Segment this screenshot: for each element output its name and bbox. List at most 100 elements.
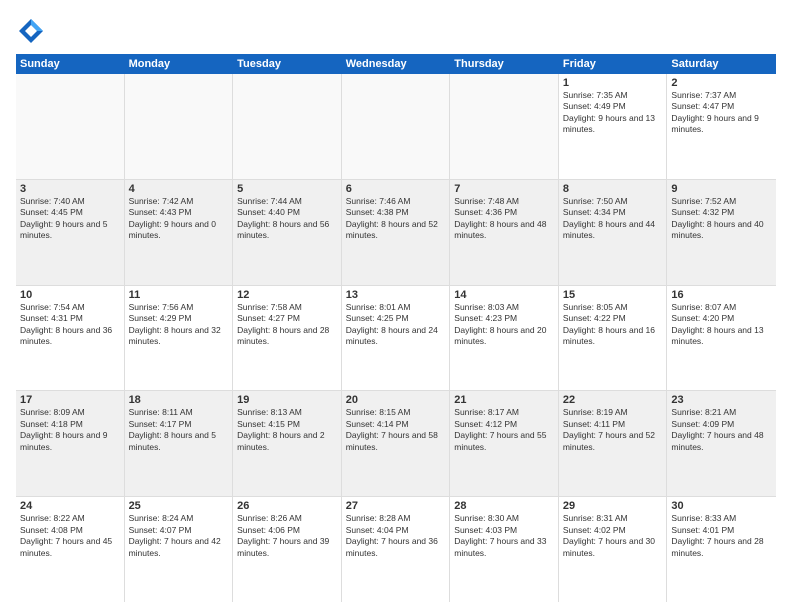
day-header-sunday: Sunday <box>16 54 125 74</box>
day-number: 13 <box>346 289 446 301</box>
day-cell-16: 16Sunrise: 8:07 AMSunset: 4:20 PMDayligh… <box>667 286 776 391</box>
day-info: Sunrise: 7:42 AMSunset: 4:43 PMDaylight:… <box>129 196 229 242</box>
empty-cell <box>233 74 342 179</box>
day-header-tuesday: Tuesday <box>233 54 342 74</box>
calendar-week-5: 24Sunrise: 8:22 AMSunset: 4:08 PMDayligh… <box>16 497 776 602</box>
day-number: 27 <box>346 500 446 512</box>
calendar-header-row: SundayMondayTuesdayWednesdayThursdayFrid… <box>16 54 776 74</box>
day-info: Sunrise: 8:17 AMSunset: 4:12 PMDaylight:… <box>454 407 554 453</box>
day-cell-28: 28Sunrise: 8:30 AMSunset: 4:03 PMDayligh… <box>450 497 559 602</box>
day-number: 10 <box>20 289 120 301</box>
day-cell-23: 23Sunrise: 8:21 AMSunset: 4:09 PMDayligh… <box>667 391 776 496</box>
day-number: 5 <box>237 183 337 195</box>
day-number: 18 <box>129 394 229 406</box>
day-info: Sunrise: 8:31 AMSunset: 4:02 PMDaylight:… <box>563 513 663 559</box>
day-info: Sunrise: 8:13 AMSunset: 4:15 PMDaylight:… <box>237 407 337 453</box>
day-cell-27: 27Sunrise: 8:28 AMSunset: 4:04 PMDayligh… <box>342 497 451 602</box>
day-cell-2: 2Sunrise: 7:37 AMSunset: 4:47 PMDaylight… <box>667 74 776 179</box>
day-info: Sunrise: 7:56 AMSunset: 4:29 PMDaylight:… <box>129 302 229 348</box>
day-cell-26: 26Sunrise: 8:26 AMSunset: 4:06 PMDayligh… <box>233 497 342 602</box>
calendar-body: 1Sunrise: 7:35 AMSunset: 4:49 PMDaylight… <box>16 74 776 602</box>
day-number: 4 <box>129 183 229 195</box>
day-info: Sunrise: 8:30 AMSunset: 4:03 PMDaylight:… <box>454 513 554 559</box>
day-info: Sunrise: 8:22 AMSunset: 4:08 PMDaylight:… <box>20 513 120 559</box>
day-cell-7: 7Sunrise: 7:48 AMSunset: 4:36 PMDaylight… <box>450 180 559 285</box>
logo <box>16 16 50 46</box>
day-number: 29 <box>563 500 663 512</box>
day-cell-11: 11Sunrise: 7:56 AMSunset: 4:29 PMDayligh… <box>125 286 234 391</box>
day-number: 17 <box>20 394 120 406</box>
day-number: 6 <box>346 183 446 195</box>
calendar-week-1: 1Sunrise: 7:35 AMSunset: 4:49 PMDaylight… <box>16 74 776 180</box>
day-cell-3: 3Sunrise: 7:40 AMSunset: 4:45 PMDaylight… <box>16 180 125 285</box>
day-cell-12: 12Sunrise: 7:58 AMSunset: 4:27 PMDayligh… <box>233 286 342 391</box>
day-number: 20 <box>346 394 446 406</box>
calendar: SundayMondayTuesdayWednesdayThursdayFrid… <box>16 54 776 602</box>
day-info: Sunrise: 8:07 AMSunset: 4:20 PMDaylight:… <box>671 302 772 348</box>
day-info: Sunrise: 7:46 AMSunset: 4:38 PMDaylight:… <box>346 196 446 242</box>
day-header-saturday: Saturday <box>667 54 776 74</box>
day-header-wednesday: Wednesday <box>342 54 451 74</box>
day-cell-24: 24Sunrise: 8:22 AMSunset: 4:08 PMDayligh… <box>16 497 125 602</box>
day-cell-1: 1Sunrise: 7:35 AMSunset: 4:49 PMDaylight… <box>559 74 668 179</box>
empty-cell <box>16 74 125 179</box>
day-header-friday: Friday <box>559 54 668 74</box>
day-info: Sunrise: 8:28 AMSunset: 4:04 PMDaylight:… <box>346 513 446 559</box>
day-number: 26 <box>237 500 337 512</box>
calendar-week-4: 17Sunrise: 8:09 AMSunset: 4:18 PMDayligh… <box>16 391 776 497</box>
empty-cell <box>125 74 234 179</box>
day-info: Sunrise: 7:35 AMSunset: 4:49 PMDaylight:… <box>563 90 663 136</box>
day-info: Sunrise: 8:01 AMSunset: 4:25 PMDaylight:… <box>346 302 446 348</box>
day-info: Sunrise: 8:05 AMSunset: 4:22 PMDaylight:… <box>563 302 663 348</box>
day-info: Sunrise: 8:03 AMSunset: 4:23 PMDaylight:… <box>454 302 554 348</box>
day-number: 3 <box>20 183 120 195</box>
day-cell-25: 25Sunrise: 8:24 AMSunset: 4:07 PMDayligh… <box>125 497 234 602</box>
calendar-week-3: 10Sunrise: 7:54 AMSunset: 4:31 PMDayligh… <box>16 286 776 392</box>
day-number: 8 <box>563 183 663 195</box>
day-number: 1 <box>563 77 663 89</box>
day-cell-10: 10Sunrise: 7:54 AMSunset: 4:31 PMDayligh… <box>16 286 125 391</box>
day-cell-22: 22Sunrise: 8:19 AMSunset: 4:11 PMDayligh… <box>559 391 668 496</box>
day-number: 11 <box>129 289 229 301</box>
day-info: Sunrise: 8:15 AMSunset: 4:14 PMDaylight:… <box>346 407 446 453</box>
day-info: Sunrise: 8:33 AMSunset: 4:01 PMDaylight:… <box>671 513 772 559</box>
day-cell-21: 21Sunrise: 8:17 AMSunset: 4:12 PMDayligh… <box>450 391 559 496</box>
day-cell-9: 9Sunrise: 7:52 AMSunset: 4:32 PMDaylight… <box>667 180 776 285</box>
day-info: Sunrise: 8:11 AMSunset: 4:17 PMDaylight:… <box>129 407 229 453</box>
day-cell-29: 29Sunrise: 8:31 AMSunset: 4:02 PMDayligh… <box>559 497 668 602</box>
day-number: 16 <box>671 289 772 301</box>
day-number: 22 <box>563 394 663 406</box>
day-number: 12 <box>237 289 337 301</box>
day-cell-4: 4Sunrise: 7:42 AMSunset: 4:43 PMDaylight… <box>125 180 234 285</box>
day-info: Sunrise: 8:19 AMSunset: 4:11 PMDaylight:… <box>563 407 663 453</box>
day-info: Sunrise: 8:09 AMSunset: 4:18 PMDaylight:… <box>20 407 120 453</box>
day-number: 15 <box>563 289 663 301</box>
logo-icon <box>16 16 46 46</box>
day-cell-13: 13Sunrise: 8:01 AMSunset: 4:25 PMDayligh… <box>342 286 451 391</box>
day-number: 2 <box>671 77 772 89</box>
day-info: Sunrise: 8:21 AMSunset: 4:09 PMDaylight:… <box>671 407 772 453</box>
day-info: Sunrise: 7:50 AMSunset: 4:34 PMDaylight:… <box>563 196 663 242</box>
day-info: Sunrise: 7:37 AMSunset: 4:47 PMDaylight:… <box>671 90 772 136</box>
day-cell-18: 18Sunrise: 8:11 AMSunset: 4:17 PMDayligh… <box>125 391 234 496</box>
day-info: Sunrise: 7:40 AMSunset: 4:45 PMDaylight:… <box>20 196 120 242</box>
day-cell-6: 6Sunrise: 7:46 AMSunset: 4:38 PMDaylight… <box>342 180 451 285</box>
page: SundayMondayTuesdayWednesdayThursdayFrid… <box>0 0 792 612</box>
day-cell-15: 15Sunrise: 8:05 AMSunset: 4:22 PMDayligh… <box>559 286 668 391</box>
day-cell-30: 30Sunrise: 8:33 AMSunset: 4:01 PMDayligh… <box>667 497 776 602</box>
day-number: 24 <box>20 500 120 512</box>
day-info: Sunrise: 7:54 AMSunset: 4:31 PMDaylight:… <box>20 302 120 348</box>
day-header-thursday: Thursday <box>450 54 559 74</box>
day-number: 30 <box>671 500 772 512</box>
day-number: 9 <box>671 183 772 195</box>
day-info: Sunrise: 7:48 AMSunset: 4:36 PMDaylight:… <box>454 196 554 242</box>
day-header-monday: Monday <box>125 54 234 74</box>
day-cell-8: 8Sunrise: 7:50 AMSunset: 4:34 PMDaylight… <box>559 180 668 285</box>
day-cell-20: 20Sunrise: 8:15 AMSunset: 4:14 PMDayligh… <box>342 391 451 496</box>
day-cell-14: 14Sunrise: 8:03 AMSunset: 4:23 PMDayligh… <box>450 286 559 391</box>
day-info: Sunrise: 8:24 AMSunset: 4:07 PMDaylight:… <box>129 513 229 559</box>
day-cell-5: 5Sunrise: 7:44 AMSunset: 4:40 PMDaylight… <box>233 180 342 285</box>
empty-cell <box>450 74 559 179</box>
day-info: Sunrise: 7:52 AMSunset: 4:32 PMDaylight:… <box>671 196 772 242</box>
day-number: 7 <box>454 183 554 195</box>
